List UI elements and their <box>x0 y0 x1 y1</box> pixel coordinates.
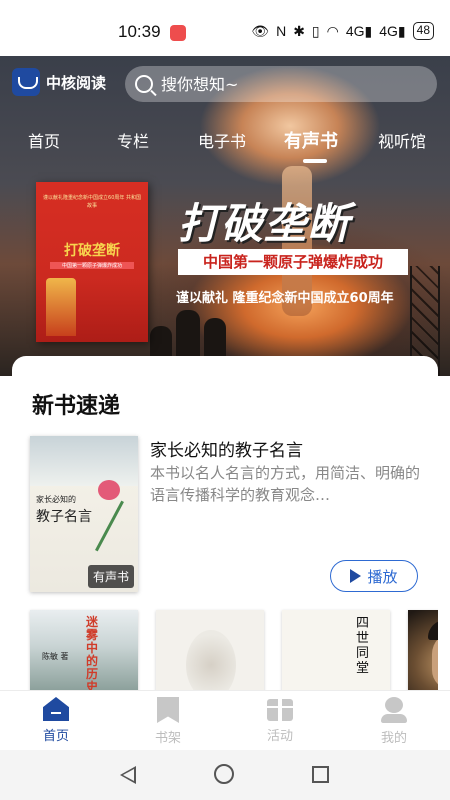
book-thumbnail[interactable] <box>156 610 264 696</box>
play-label: 播放 <box>367 567 398 586</box>
new-books-card: 新书速递 家长必知的 教子名言 有声书 家长必知的教子名言 本书以名人名言的方式… <box>12 356 438 696</box>
ink-tree-illustration <box>186 630 236 696</box>
vibrate-icon: ▯ <box>311 22 320 39</box>
nav-bookshelf-label: 书架 <box>154 731 181 746</box>
status-bar: 10:39 👁 N ✱ ▯ ◠ 4G▮ 4G▮ 48 <box>0 0 450 56</box>
hero-book-cover[interactable]: 谨以献礼隆重纪念新中国成立60周年 共和国故事 打破垄断 中国第一颗原子弹爆炸成… <box>36 182 148 342</box>
eye-icon: 👁 <box>251 22 270 39</box>
cover-subtitle: 中国第一颗原子弹爆炸成功 <box>50 262 134 269</box>
featured-book-cover[interactable]: 家长必知的 教子名言 有声书 <box>30 436 138 592</box>
user-icon <box>381 697 407 723</box>
cover-small-text: 谨以献礼隆重纪念新中国成立60周年 共和国故事 <box>43 195 141 209</box>
bluetooth-icon: ✱ <box>293 22 305 39</box>
status-time: 10:39 <box>118 22 161 41</box>
cover-landscape <box>30 436 138 486</box>
search-input[interactable] <box>161 74 391 94</box>
home-circle-icon[interactable] <box>214 764 234 784</box>
nav-bookshelf[interactable]: 书架 <box>128 697 208 746</box>
featured-book-title[interactable]: 家长必知的教子名言 <box>150 436 303 461</box>
system-navigation-bar <box>0 750 450 800</box>
app-name: 中核阅读 <box>46 73 107 92</box>
book-thumbnail-row: 迷雾中的历史密 陈敏 著 四世同堂 全本 每 <box>30 610 438 696</box>
cover-label-big: 教子名言 <box>36 509 92 525</box>
tab-audiobook[interactable]: 有声书 <box>284 127 338 153</box>
thumbnail-author: 陈敏 著 <box>42 652 69 661</box>
tab-home[interactable]: 首页 <box>28 128 60 152</box>
book-thumbnail[interactable]: 四世同堂 <box>282 610 390 696</box>
battery-indicator: 48 <box>412 22 434 40</box>
tab-video-hall[interactable]: 视听馆 <box>378 128 426 152</box>
back-icon[interactable] <box>120 766 136 784</box>
hero-caption: 谨以献礼 隆重纪念新中国成立60周年 <box>176 291 394 306</box>
book-thumbnail[interactable]: 迷雾中的历史密 陈敏 著 <box>30 610 138 696</box>
signal-4g-icon: 4G▮ <box>379 22 406 39</box>
thumbnail-title: 四世同堂 <box>356 616 370 676</box>
nav-home[interactable]: 首页 <box>16 697 96 744</box>
notification-app-icon <box>170 25 186 41</box>
play-button[interactable]: 播放 <box>330 560 418 592</box>
flower-illustration <box>98 480 120 500</box>
bottom-navigation: 首页 书架 活动 我的 <box>0 690 450 750</box>
hero-subtitle-banner: 中国第一颗原子弹爆炸成功 <box>178 249 408 275</box>
search-bar[interactable] <box>125 66 437 102</box>
status-icons: 👁 N ✱ ▯ ◠ 4G▮ 4G▮ 48 <box>251 22 434 40</box>
home-icon <box>43 697 69 721</box>
active-tab-indicator <box>303 159 327 163</box>
app-logo[interactable]: 中核阅读 <box>12 68 106 96</box>
category-tabs: 首页 专栏 电子书 有声书 视听馆 <box>0 128 450 170</box>
play-icon <box>350 569 362 583</box>
nav-activities-label: 活动 <box>266 729 293 744</box>
bookmark-icon <box>157 697 179 723</box>
nav-mine-label: 我的 <box>380 731 407 746</box>
logo-icon <box>12 68 40 96</box>
portrait-illustration <box>432 632 438 690</box>
nfc-icon: N <box>276 23 287 39</box>
top-bar: 中核阅读 <box>0 56 450 112</box>
nav-mine[interactable]: 我的 <box>354 697 434 746</box>
hat-illustration <box>428 620 438 640</box>
wifi-icon: ◠ <box>326 22 339 39</box>
recent-apps-icon[interactable] <box>312 766 329 783</box>
hero-headline: 打破垄断 <box>178 199 351 248</box>
cover-label-small: 家长必知的 <box>36 495 76 504</box>
tab-ebook[interactable]: 电子书 <box>198 128 246 152</box>
nav-home-label: 首页 <box>42 729 69 744</box>
book-thumbnail[interactable]: 全本 <box>408 610 438 696</box>
featured-book-description: 本书以名人名言的方式，用简洁、明确的语言传播科学的教育观念… <box>150 464 420 504</box>
gift-icon <box>267 699 293 721</box>
tab-column[interactable]: 专栏 <box>117 128 149 152</box>
nav-activities[interactable]: 活动 <box>240 697 320 744</box>
signal-4g-icon: 4G▮ <box>345 22 373 39</box>
tiananmen-illustration <box>46 278 76 336</box>
flower-stem <box>95 500 124 552</box>
search-icon <box>135 75 153 93</box>
section-title: 新书速递 <box>32 393 121 419</box>
cover-title: 打破垄断 <box>64 243 120 259</box>
audiobook-badge: 有声书 <box>87 565 134 588</box>
